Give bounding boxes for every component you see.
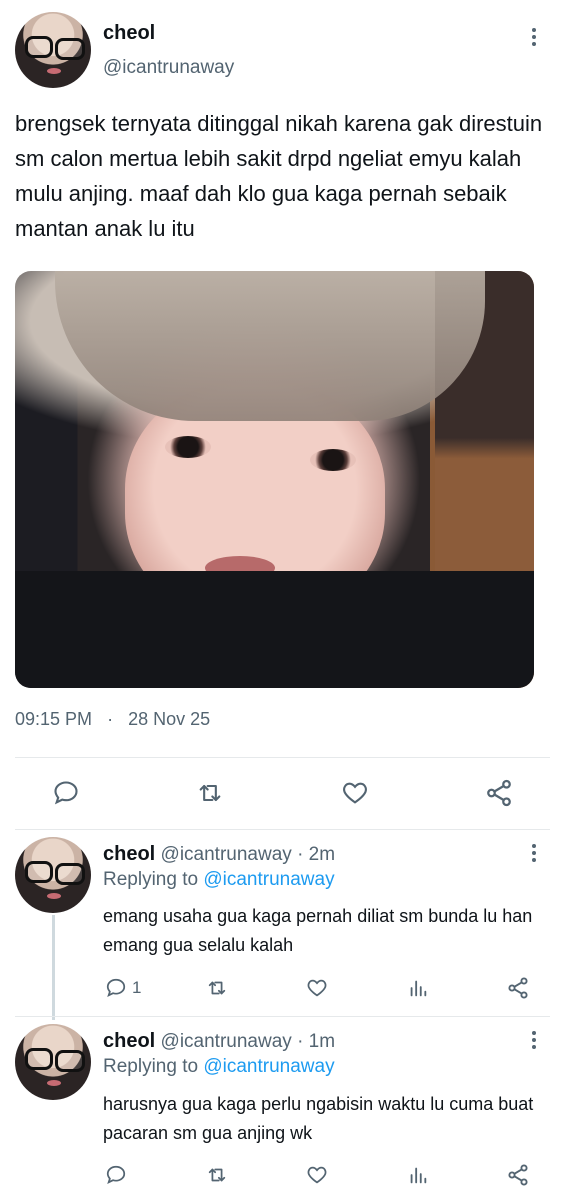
reply-author-name[interactable]: cheol: [103, 843, 155, 865]
divider: [15, 829, 550, 830]
replying-prefix: Replying to: [103, 869, 199, 890]
timestamp[interactable]: 09:15 PM · 28 Nov 25: [15, 709, 210, 730]
reply-avatar[interactable]: [15, 1024, 91, 1100]
tweet-time: 09:15 PM: [15, 709, 93, 729]
reply-share-icon[interactable]: [504, 975, 532, 1001]
reply-header: cheol @icantrunaway · 1m: [103, 1030, 335, 1053]
timestamp-separator: ·: [107, 709, 114, 729]
reply-text: emang usaha gua kaga pernah diliat sm bu…: [103, 906, 533, 955]
tweet-date: 28 Nov 25: [128, 709, 211, 729]
replying-to-link[interactable]: @icantrunaway: [203, 869, 334, 890]
like-icon[interactable]: [338, 777, 372, 809]
reply-header: cheol @icantrunaway · 2m: [103, 843, 335, 866]
thread-line: [52, 915, 55, 1020]
reply-age: · 1m: [297, 1031, 336, 1052]
replying-to: Replying to @icantrunaway: [103, 1056, 335, 1078]
replying-to-link[interactable]: @icantrunaway: [203, 1056, 334, 1077]
reply-comment-icon[interactable]: [103, 975, 129, 1001]
replying-prefix: Replying to: [103, 1056, 199, 1077]
divider: [15, 757, 550, 758]
reply-analytics-icon[interactable]: [405, 1162, 431, 1188]
reply-retweet-icon[interactable]: [203, 1162, 231, 1188]
reply-author-handle[interactable]: @icantrunaway: [161, 1031, 292, 1052]
reply-like-icon[interactable]: [303, 975, 331, 1001]
divider: [15, 1016, 550, 1017]
comment-icon[interactable]: [50, 777, 82, 809]
retweet-icon[interactable]: [193, 777, 227, 809]
tweet-photo[interactable]: [15, 271, 534, 688]
reply-count: 1: [132, 978, 142, 997]
reply-analytics-icon[interactable]: [405, 975, 431, 1001]
reply-age: · 2m: [297, 844, 336, 865]
reply-like-icon[interactable]: [303, 1162, 331, 1188]
reply-comment-icon[interactable]: [103, 1162, 129, 1188]
more-options-icon[interactable]: [524, 841, 544, 865]
reply-author-name[interactable]: cheol: [103, 1030, 155, 1052]
reply-avatar[interactable]: [15, 837, 91, 913]
replying-to: Replying to @icantrunaway: [103, 869, 335, 891]
tweet-text: brengsek ternyata ditinggal nikah karena…: [15, 111, 543, 241]
reply-text: harusnya gua kaga perlu ngabisin waktu l…: [103, 1094, 534, 1143]
reply-author-handle[interactable]: @icantrunaway: [161, 844, 292, 865]
more-options-icon[interactable]: [524, 25, 544, 49]
more-options-icon[interactable]: [524, 1028, 544, 1052]
share-icon[interactable]: [482, 777, 516, 809]
avatar[interactable]: [15, 12, 91, 88]
author-handle[interactable]: @icantrunaway: [103, 57, 234, 79]
author-name[interactable]: cheol: [103, 22, 155, 45]
reply-retweet-icon[interactable]: [203, 975, 231, 1001]
reply-share-icon[interactable]: [504, 1162, 532, 1188]
